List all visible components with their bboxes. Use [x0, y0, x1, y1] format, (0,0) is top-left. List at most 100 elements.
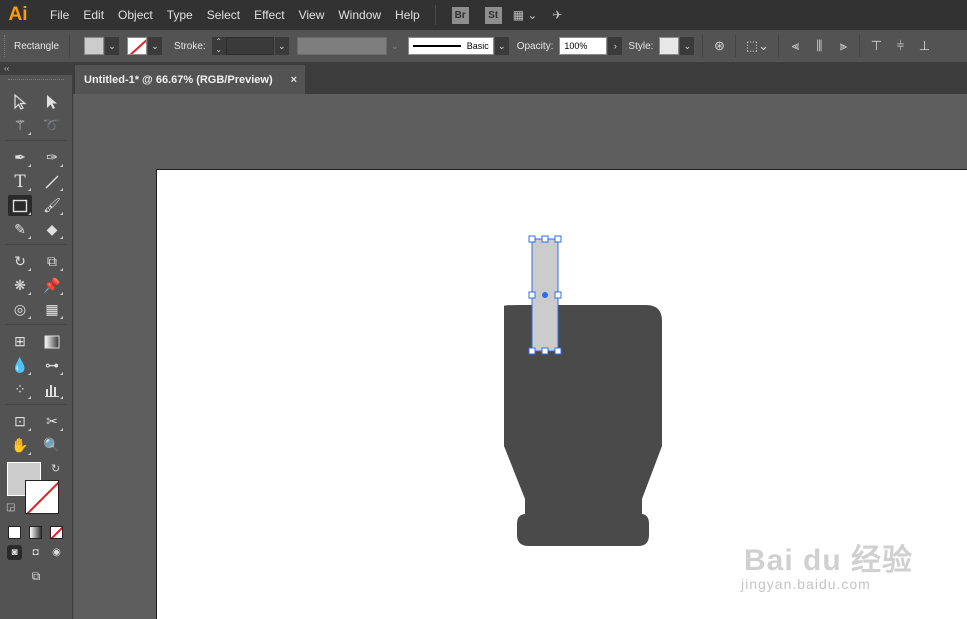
bottle-body-shape[interactable]: [504, 305, 662, 546]
menu-view[interactable]: View: [292, 0, 332, 30]
menu-type[interactable]: Type: [160, 0, 200, 30]
lasso-tool-icon[interactable]: ➰: [40, 115, 64, 136]
change-screen-mode-icon[interactable]: ⧉: [24, 568, 48, 584]
stroke-color-dropdown-button[interactable]: ⌄: [148, 37, 163, 55]
blend-tool-icon[interactable]: ⊶: [40, 355, 64, 376]
zoom-tool-icon[interactable]: 🔍: [40, 435, 64, 456]
shape-builder-tool-icon[interactable]: ◎: [8, 299, 32, 320]
divider: [702, 35, 704, 57]
brush-name: Basic: [466, 41, 489, 51]
menu-effect[interactable]: Effect: [247, 0, 291, 30]
align-horizontal-center-icon[interactable]: ⫼: [810, 37, 828, 55]
artboard-tool-icon[interactable]: ⊡: [8, 411, 32, 432]
swap-fill-stroke-icon[interactable]: ↻: [51, 462, 60, 475]
pen-tool-icon[interactable]: ✒: [8, 147, 32, 168]
control-bar: Rectangle ⌄ ⌄ Stroke: ⌃ ⌄ ⌄ ⌄ Basic ⌄ Opa…: [0, 30, 967, 63]
graphic-style-swatch[interactable]: [659, 37, 680, 55]
selected-tool-name: Rectangle: [14, 40, 60, 52]
recolor-artwork-icon[interactable]: ⊛: [710, 37, 728, 55]
align-bottom-icon[interactable]: ⊥: [915, 37, 933, 55]
warp-tool-icon[interactable]: ❋: [8, 275, 32, 296]
panel-collapse-button[interactable]: ‹‹: [0, 63, 72, 75]
hand-tool-icon[interactable]: ✋: [8, 435, 32, 456]
document-tab[interactable]: Untitled-1* @ 66.67% (RGB/Preview) ×: [75, 65, 305, 94]
mesh-tool-icon[interactable]: ⊞: [8, 331, 32, 352]
draw-inside-icon[interactable]: ◉: [49, 545, 64, 560]
puppet-warp-tool-icon[interactable]: 📌: [40, 275, 64, 296]
opacity-input[interactable]: 100%: [559, 37, 608, 55]
close-tab-icon[interactable]: ×: [291, 74, 297, 86]
menubar-divider: [434, 5, 436, 25]
document-tab-title: Untitled-1* @ 66.67% (RGB/Preview): [84, 73, 273, 86]
opacity-label[interactable]: Opacity:: [517, 41, 554, 52]
tools-panel: ‹‹ ⚚ ➰ ✒ ✑ T 🖌 ✎ ◆ ↻ ⧉ ❋ 📌 ◎ ▦ ⊞ 💧 ⊶ ⁘ ⊡…: [0, 63, 73, 619]
align-left-icon[interactable]: ⫷: [786, 37, 804, 55]
tool-group-separator: [6, 140, 66, 141]
bridge-icon[interactable]: Br: [451, 6, 469, 24]
variable-width-profile[interactable]: [296, 37, 387, 55]
paintbrush-tool-icon[interactable]: 🖌: [40, 195, 64, 216]
stroke-weight-dropdown-button[interactable]: ⌄: [274, 37, 289, 55]
direct-selection-tool-icon[interactable]: [40, 91, 64, 112]
fill-color-swatch[interactable]: [84, 37, 105, 55]
fill-stroke-control: ↻ ◲: [6, 462, 72, 520]
column-graph-tool-icon[interactable]: [40, 379, 64, 400]
type-tool-icon[interactable]: T: [8, 171, 32, 192]
watermark-logo: Bai du 经验: [744, 544, 914, 577]
align-right-icon[interactable]: ⫸: [834, 37, 852, 55]
rotate-tool-icon[interactable]: ↻: [8, 251, 32, 272]
align-top-icon[interactable]: ⊤: [867, 37, 885, 55]
curvature-tool-icon[interactable]: ✑: [40, 147, 64, 168]
shaper-tool-icon[interactable]: ✎: [8, 219, 32, 240]
divider: [69, 35, 71, 57]
stroke-label: Stroke:: [174, 40, 206, 52]
stock-icon[interactable]: St: [484, 6, 502, 24]
slice-tool-icon[interactable]: ✂: [40, 411, 64, 432]
style-dropdown-button[interactable]: ⌄: [680, 37, 695, 55]
stroke-color-swatch[interactable]: [127, 37, 148, 55]
perspective-grid-tool-icon[interactable]: ▦: [40, 299, 64, 320]
divider: [735, 35, 737, 57]
profile-dropdown-button[interactable]: ⌄: [387, 37, 402, 55]
eyedropper-tool-icon[interactable]: 💧: [8, 355, 32, 376]
color-mode-button[interactable]: [8, 526, 21, 539]
brush-stroke-preview: [412, 45, 461, 47]
workspace-layout-icon[interactable]: ▦ ⌄: [513, 8, 538, 22]
stroke-color-box[interactable]: [25, 480, 59, 514]
fill-dropdown-button[interactable]: ⌄: [105, 37, 120, 55]
brush-dropdown-button[interactable]: ⌄: [494, 37, 509, 55]
control-bar-grip[interactable]: [4, 35, 8, 57]
menu-object[interactable]: Object: [111, 0, 160, 30]
symbol-sprayer-tool-icon[interactable]: ⁘: [8, 379, 32, 400]
illustrator-window: Ai File Edit Object Type Select Effect V…: [0, 0, 967, 619]
brush-definition[interactable]: Basic: [407, 37, 494, 55]
selection-tool-icon[interactable]: [8, 91, 32, 112]
menu-help[interactable]: Help: [388, 0, 427, 30]
gradient-tool-icon[interactable]: [40, 331, 64, 352]
watermark-url: jingyan.baidu.com: [741, 576, 871, 592]
tool-group-separator: [6, 324, 66, 325]
line-segment-tool-icon[interactable]: [40, 171, 64, 192]
stroke-weight-stepper[interactable]: ⌃ ⌄: [211, 37, 226, 55]
menu-bar: Ai File Edit Object Type Select Effect V…: [0, 0, 967, 30]
tool-group-separator: [6, 244, 66, 245]
menu-select[interactable]: Select: [200, 0, 247, 30]
panel-grip[interactable]: [8, 79, 64, 87]
menu-file[interactable]: File: [43, 0, 76, 30]
align-to-icon[interactable]: ⬚⌄: [743, 37, 771, 55]
stroke-weight-input[interactable]: [225, 37, 274, 55]
eraser-tool-icon[interactable]: ◆: [40, 219, 64, 240]
opacity-dropdown-button[interactable]: ›: [608, 37, 623, 55]
menu-edit[interactable]: Edit: [76, 0, 111, 30]
none-mode-button[interactable]: [50, 526, 63, 539]
default-fill-stroke-icon[interactable]: ◲: [6, 502, 15, 513]
draw-behind-icon[interactable]: ◘: [28, 545, 43, 560]
gpu-performance-icon[interactable]: ✈: [552, 8, 562, 22]
gradient-mode-button[interactable]: [29, 526, 42, 539]
draw-normal-icon[interactable]: ◙: [7, 545, 22, 560]
magic-wand-tool-icon[interactable]: ⚚: [8, 115, 32, 136]
scale-tool-icon[interactable]: ⧉: [40, 251, 64, 272]
rectangle-tool-icon[interactable]: [8, 195, 32, 216]
menu-window[interactable]: Window: [331, 0, 388, 30]
align-vertical-center-icon[interactable]: ⫩: [891, 37, 909, 55]
